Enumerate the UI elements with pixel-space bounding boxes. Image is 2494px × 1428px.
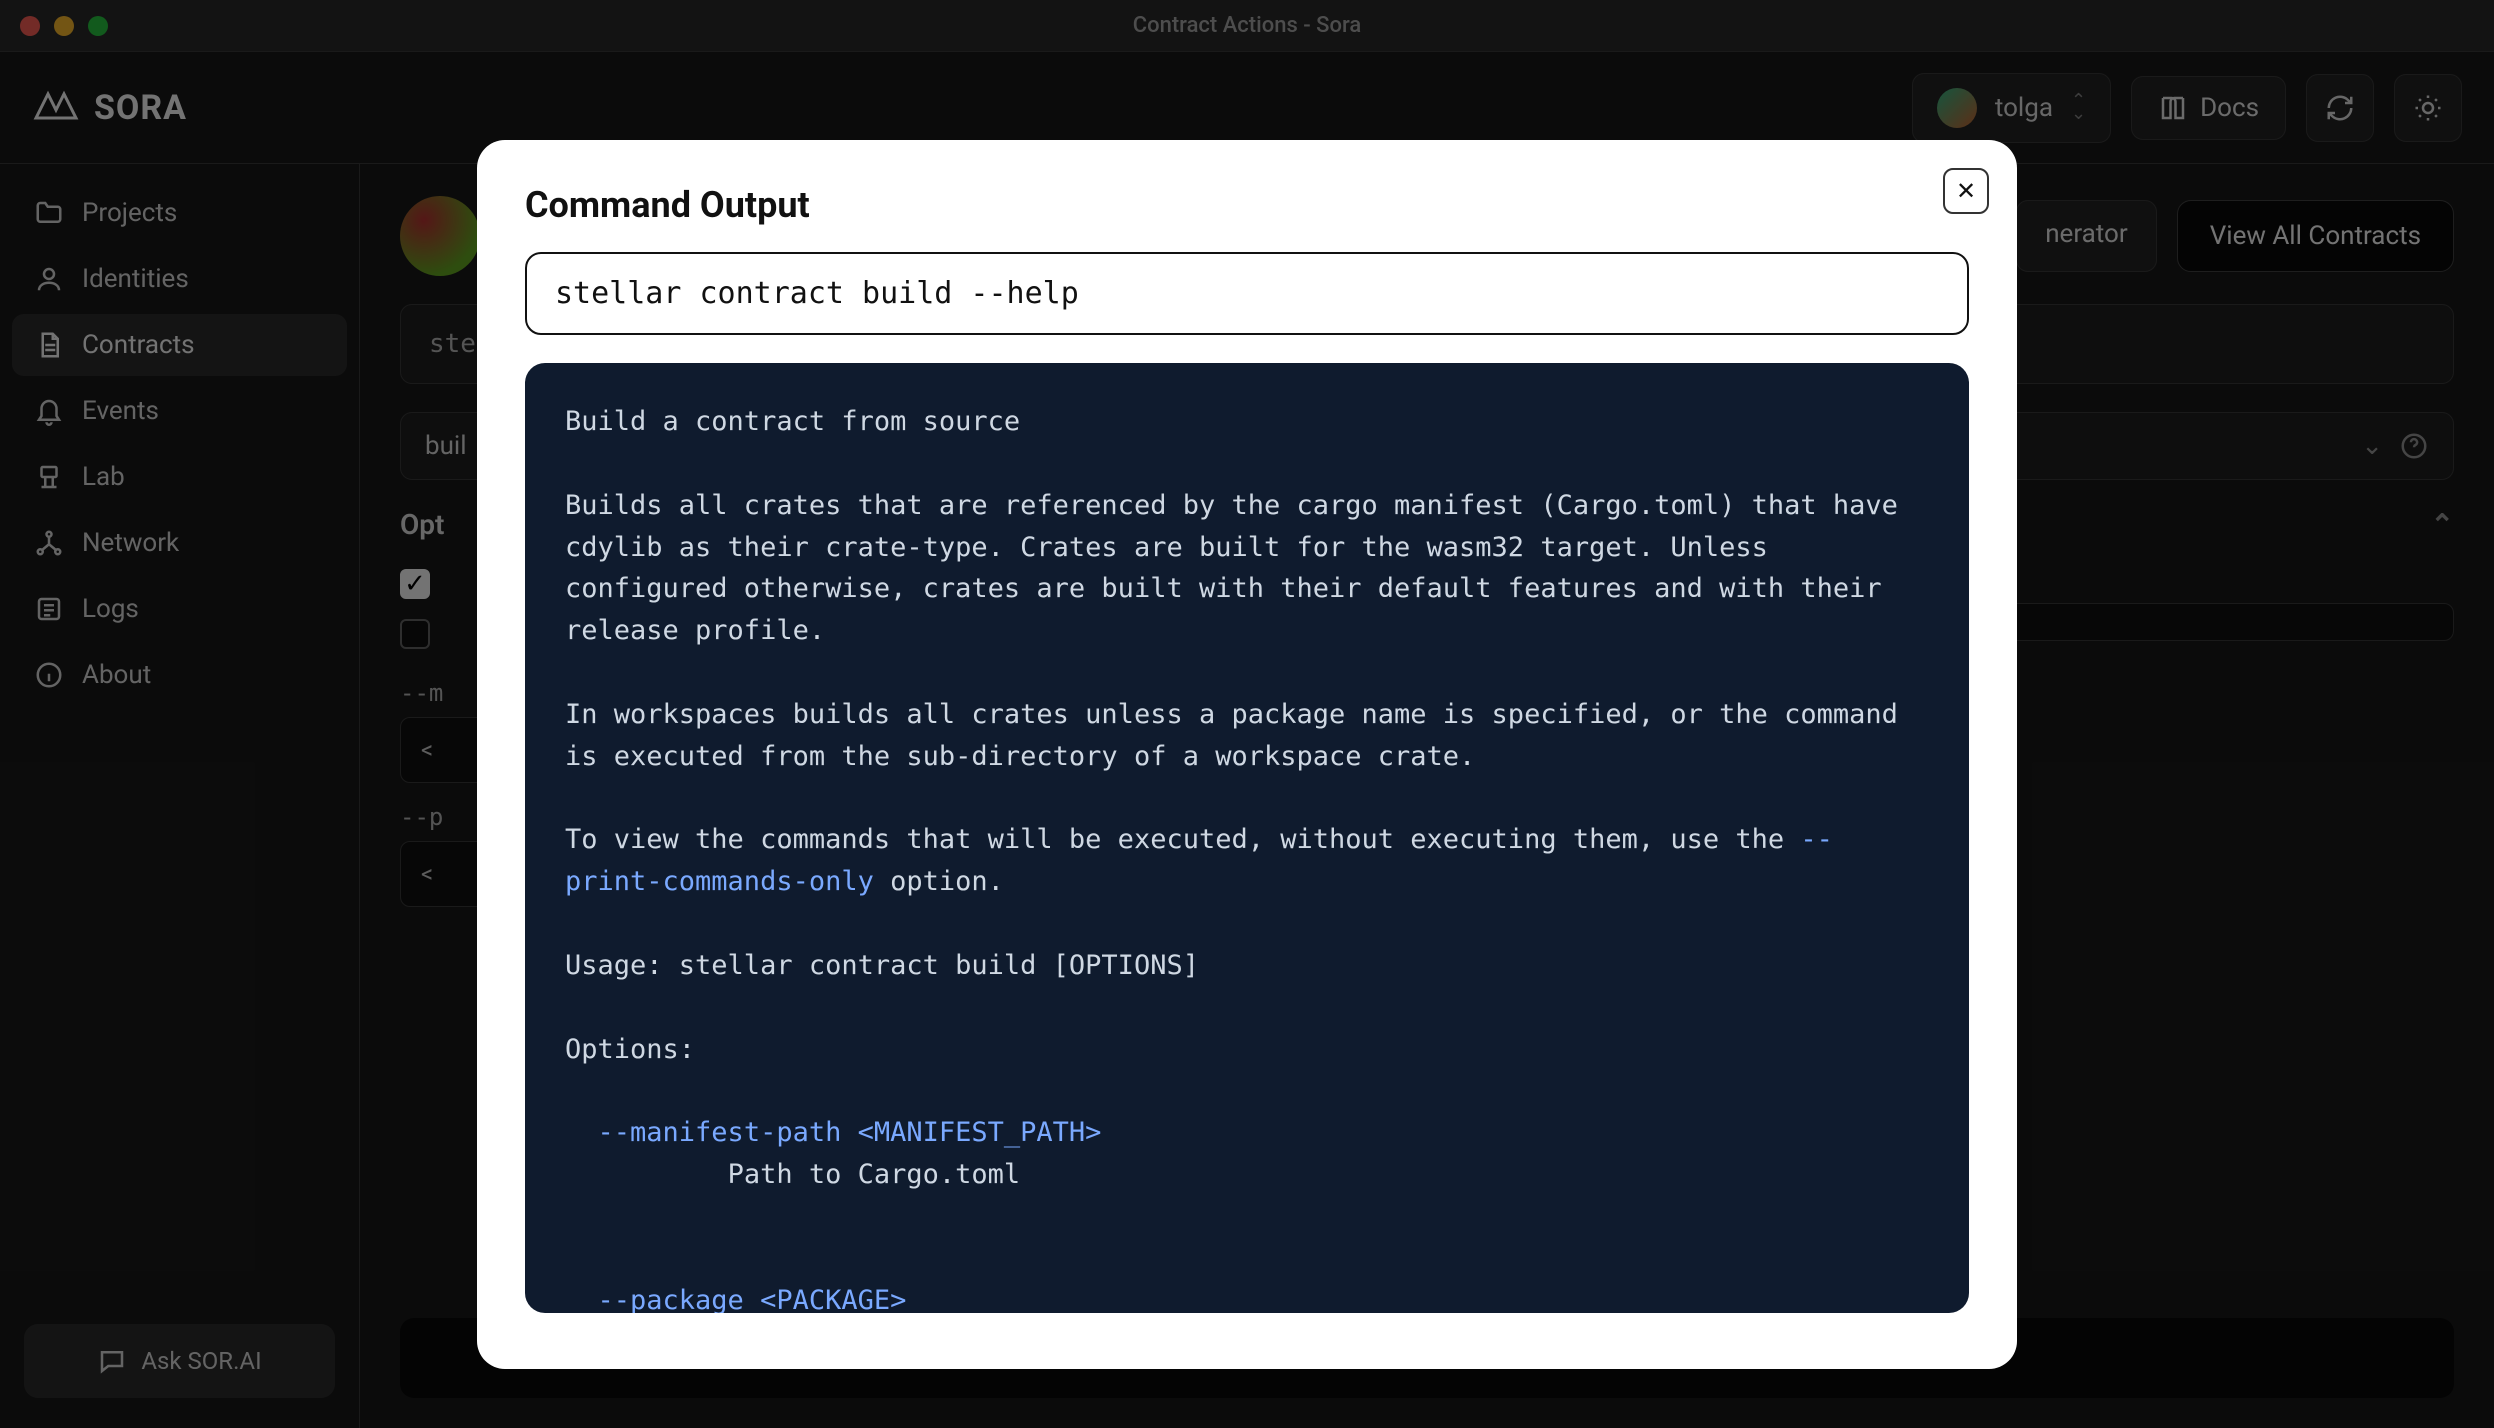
- modal-title: Command Output: [525, 184, 1969, 226]
- output-line: Options:: [565, 1034, 695, 1065]
- output-line: Usage: stellar contract build [OPTIONS]: [565, 950, 1199, 981]
- output-line: Path to Cargo.toml: [565, 1159, 1020, 1190]
- command-output-modal: ✕ Command Output stellar contract build …: [477, 140, 2017, 1369]
- command-display: stellar contract build --help: [525, 252, 1969, 335]
- close-modal-button[interactable]: ✕: [1943, 168, 1989, 214]
- output-line: In workspaces builds all crates unless a…: [565, 699, 1914, 772]
- modal-overlay[interactable]: ✕ Command Output stellar contract build …: [0, 0, 2494, 1428]
- output-line: Builds all crates that are referenced by…: [565, 490, 1914, 647]
- command-output[interactable]: Build a contract from source Builds all …: [525, 363, 1969, 1313]
- output-flag: --package <PACKAGE>: [565, 1285, 906, 1313]
- output-flag: --manifest-path <MANIFEST_PATH>: [565, 1117, 1101, 1148]
- output-line: option.: [874, 866, 1004, 897]
- output-line: Build a contract from source: [565, 406, 1020, 437]
- close-icon: ✕: [1956, 177, 1976, 205]
- output-line: To view the commands that will be execut…: [565, 824, 1800, 855]
